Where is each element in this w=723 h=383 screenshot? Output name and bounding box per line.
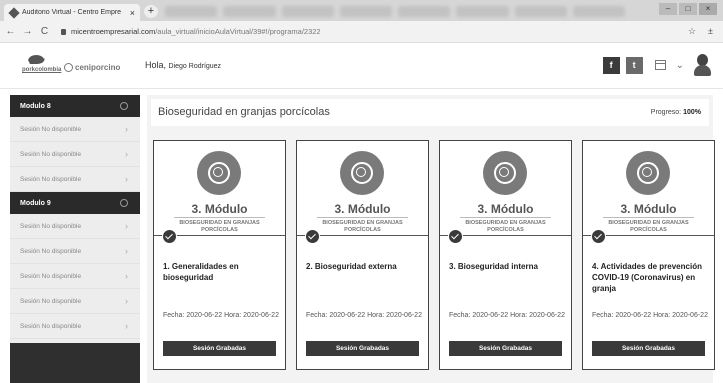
greeting: Hola, Diego Rodríguez bbox=[145, 60, 221, 70]
sidebar-session-item[interactable]: Sesión No disponible › bbox=[10, 142, 140, 167]
sidebar-session-item[interactable]: Sesión No disponible › bbox=[10, 214, 140, 239]
page-title: Bioseguridad en granjas porcícolas bbox=[158, 106, 330, 118]
tab-title: Auditorio Virtual - Centro Empre bbox=[22, 9, 122, 16]
brand-logos[interactable]: porkcolombia ceniporcino bbox=[22, 53, 132, 79]
chevron-right-icon: › bbox=[125, 221, 128, 231]
pig-logo-icon bbox=[28, 55, 45, 64]
recorded-session-button[interactable]: Sesión Grabadas bbox=[449, 341, 562, 356]
session-card[interactable]: 3. Módulo BIOSEGURIDAD EN GRANJAS PORCÍC… bbox=[296, 140, 429, 370]
module-subtitle: BIOSEGURIDAD EN GRANJAS PORCÍCOLAS bbox=[322, 220, 403, 233]
module-subtitle: BIOSEGURIDAD EN GRANJAS PORCÍCOLAS bbox=[465, 220, 546, 233]
session-title: 1. Generalidades en bioseguridad bbox=[163, 262, 239, 282]
chevron-right-icon: › bbox=[125, 124, 128, 134]
user-name: Diego Rodríguez bbox=[168, 63, 222, 70]
sidebar-session-item[interactable]: Sesión No disponible › bbox=[10, 289, 140, 314]
session-card[interactable]: 3. Módulo BIOSEGURIDAD EN GRANJAS PORCÍC… bbox=[153, 140, 286, 370]
sidebar: Modulo 8 Sesión No disponible › Sesión No… bbox=[10, 95, 140, 383]
calendar-icon[interactable] bbox=[654, 60, 666, 70]
close-window-button[interactable]: × bbox=[699, 3, 717, 15]
toggle-icon bbox=[120, 102, 128, 110]
url-host: micentroempresarial.com bbox=[71, 27, 156, 36]
session-date: Fecha: 2020-06-22 Hora: 2020-06-22 bbox=[592, 312, 708, 319]
chevron-right-icon: › bbox=[125, 149, 128, 159]
chevron-right-icon: › bbox=[125, 174, 128, 184]
app-header: porkcolombia ceniporcino Hola, Diego Rod… bbox=[0, 43, 723, 89]
sidebar-session-item[interactable]: Sesión No disponible › bbox=[10, 117, 140, 142]
lifebuoy-icon bbox=[340, 151, 384, 195]
recorded-session-button[interactable]: Sesión Grabadas bbox=[306, 341, 419, 356]
window-controls: – □ × bbox=[659, 3, 717, 15]
completed-check-icon bbox=[591, 229, 606, 244]
ceniporcino-logo: ceniporcino bbox=[64, 63, 120, 72]
sidebar-module-8[interactable]: Modulo 8 bbox=[10, 95, 140, 117]
lifebuoy-icon bbox=[626, 151, 670, 195]
maximize-button[interactable]: □ bbox=[679, 3, 697, 15]
module-subtitle: BIOSEGURIDAD EN GRANJAS PORCÍCOLAS bbox=[179, 220, 260, 233]
sidebar-session-item[interactable]: Sesión No disponible › bbox=[10, 167, 140, 192]
module-subtitle: BIOSEGURIDAD EN GRANJAS PORCÍCOLAS bbox=[608, 220, 689, 233]
session-date: Fecha: 2020-06-22 Hora: 2020-06-22 bbox=[163, 312, 279, 319]
address-bar: ← → C micentroempresarial.com/aula_virtu… bbox=[0, 21, 723, 43]
minimize-button[interactable]: – bbox=[659, 3, 677, 15]
completed-check-icon bbox=[448, 229, 463, 244]
extension-icon[interactable]: ± bbox=[708, 26, 713, 37]
bookmark-star-icon[interactable]: ☆ bbox=[688, 26, 696, 37]
sidebar-session-item[interactable]: Sesión No disponible › bbox=[10, 239, 140, 264]
sidebar-module-9[interactable]: Modulo 9 bbox=[10, 192, 140, 214]
lock-icon bbox=[61, 28, 66, 35]
site-favicon-icon bbox=[8, 6, 20, 19]
session-title: 2. Bioseguridad externa bbox=[306, 262, 397, 271]
sidebar-session-item[interactable]: Sesión No disponible › bbox=[10, 264, 140, 289]
url-field[interactable]: micentroempresarial.com/aula_virtual/ini… bbox=[61, 27, 321, 36]
twitter-button[interactable]: t bbox=[625, 56, 643, 74]
chevron-right-icon: › bbox=[125, 296, 128, 306]
greeting-label: Hola, bbox=[145, 60, 167, 70]
session-card[interactable]: 3. Módulo BIOSEGURIDAD EN GRANJAS PORCÍC… bbox=[582, 140, 715, 370]
facebook-button[interactable]: f bbox=[602, 56, 620, 74]
module-number: 3. Módulo bbox=[477, 202, 534, 216]
recorded-session-button[interactable]: Sesión Grabadas bbox=[592, 341, 705, 356]
tab-close-icon[interactable]: × bbox=[130, 8, 140, 18]
completed-check-icon bbox=[162, 229, 177, 244]
progress-indicator: Progreso: 100% bbox=[650, 109, 701, 116]
sidebar-footer bbox=[10, 343, 140, 383]
lifebuoy-icon bbox=[197, 151, 241, 195]
module-number: 3. Módulo bbox=[334, 202, 391, 216]
browser-tab-active[interactable]: Auditorio Virtual - Centro Empre × bbox=[4, 4, 140, 21]
progress-value: 100% bbox=[683, 109, 701, 116]
browser-tab-bar: Auditorio Virtual - Centro Empre × + – □… bbox=[0, 0, 723, 21]
new-tab-button[interactable]: + bbox=[144, 5, 158, 18]
completed-check-icon bbox=[305, 229, 320, 244]
session-date: Fecha: 2020-06-22 Hora: 2020-06-22 bbox=[449, 312, 565, 319]
porkcolombia-logo: porkcolombia bbox=[22, 67, 62, 73]
ceniporcino-logo-icon bbox=[64, 63, 73, 72]
chevron-right-icon: › bbox=[125, 321, 128, 331]
reload-icon[interactable]: C bbox=[38, 26, 51, 37]
module-number: 3. Módulo bbox=[620, 202, 677, 216]
session-title: 4. Actividades de prevención COVID-19 (C… bbox=[592, 262, 702, 293]
chevron-right-icon: › bbox=[125, 246, 128, 256]
session-title: 3. Bioseguridad interna bbox=[449, 262, 538, 271]
lifebuoy-icon bbox=[483, 151, 527, 195]
main-content: Bioseguridad en granjas porcícolas Progr… bbox=[147, 95, 715, 383]
session-card[interactable]: 3. Módulo BIOSEGURIDAD EN GRANJAS PORCÍC… bbox=[439, 140, 572, 370]
toggle-icon bbox=[120, 199, 128, 207]
recorded-session-button[interactable]: Sesión Grabadas bbox=[163, 341, 276, 356]
other-browser-tabs[interactable] bbox=[165, 6, 625, 17]
back-arrow-icon[interactable]: ← bbox=[4, 26, 17, 37]
program-title-bar: Bioseguridad en granjas porcícolas Progr… bbox=[151, 99, 709, 126]
chevron-right-icon: › bbox=[125, 271, 128, 281]
url-path: /aula_virtual/inicioAulaVirtual/39#!/pro… bbox=[155, 27, 321, 36]
forward-arrow-icon[interactable]: → bbox=[21, 26, 34, 37]
session-date: Fecha: 2020-06-22 Hora: 2020-06-22 bbox=[306, 312, 422, 319]
chevron-down-icon[interactable]: ⌄ bbox=[676, 60, 684, 71]
sidebar-session-item[interactable]: Sesión No disponible › bbox=[10, 314, 140, 339]
avatar[interactable] bbox=[694, 54, 711, 76]
module-number: 3. Módulo bbox=[191, 202, 248, 216]
